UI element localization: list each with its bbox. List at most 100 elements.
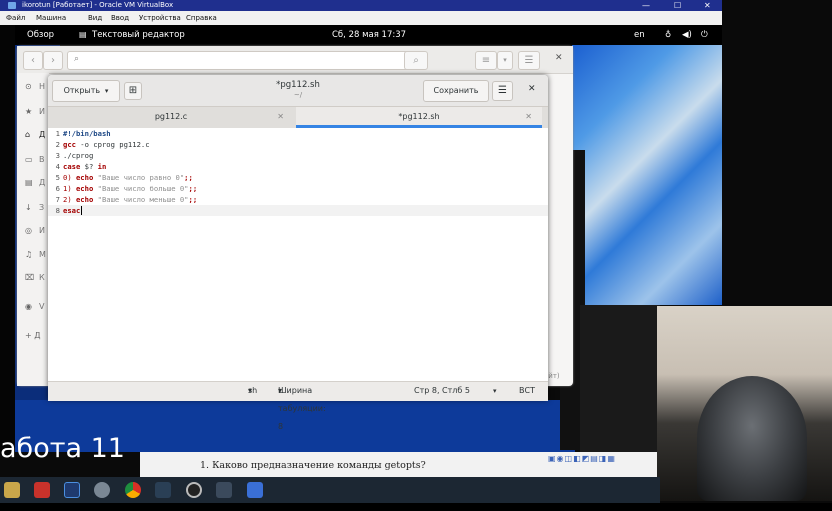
search-button[interactable]: ⌕: [404, 51, 428, 70]
file-manager-header: ‹ › ⌕ ▾ ⌕ ≡ ▾ ☰ ✕: [17, 46, 573, 74]
code-line: 1 #!/bin/bash: [55, 129, 111, 138]
maximize-button[interactable]: ☐: [674, 0, 681, 11]
virtualbox-menubar: Файл Машина Вид Ввод Устройства Справка: [0, 11, 722, 25]
forward-button[interactable]: ›: [43, 51, 63, 70]
menu-button[interactable]: ☰: [518, 51, 540, 70]
document-preview: 1. Каково предназначение команды getopts…: [140, 452, 657, 477]
host-background: [0, 25, 15, 455]
cursor-position[interactable]: Стр 8, Стлб 5: [414, 382, 470, 400]
close-tab-icon[interactable]: ✕: [277, 107, 284, 127]
editor-statusbar: sh ▾ Ширина табуляции: 8 ▾ Стр 8, Стлб 5…: [48, 381, 548, 431]
sidebar-item-label: Н: [39, 82, 46, 91]
app-menu-button[interactable]: Текстовый редактор: [92, 25, 185, 45]
sidebar-item-label: М: [39, 250, 46, 259]
insert-mode[interactable]: ВСТ: [519, 382, 535, 400]
network-icon[interactable]: ♁: [665, 25, 671, 45]
sidebar-item-label: В: [39, 155, 45, 164]
obs-icon[interactable]: [186, 482, 202, 498]
pdf-icon[interactable]: [34, 482, 50, 498]
menu-machine[interactable]: Машина: [36, 11, 66, 25]
sidebar-item-label: З: [39, 203, 45, 212]
volume-icon[interactable]: ◀): [682, 25, 692, 45]
close-tab-icon[interactable]: ✕: [525, 107, 532, 127]
screen-bottom-edge: [0, 503, 832, 511]
close-icon[interactable]: ✕: [555, 53, 563, 63]
tab-pg112-sh[interactable]: *pg112.sh ✕: [296, 107, 542, 128]
power-icon[interactable]: ⏻: [701, 25, 708, 45]
code-line-current: 8 esac: [48, 205, 548, 216]
text-cursor: [81, 206, 83, 215]
menu-help[interactable]: Справка: [186, 11, 217, 25]
host-taskbar: [0, 477, 660, 503]
documents-icon[interactable]: ▤: [25, 178, 33, 187]
document-text: 1. Каково предназначение команды getopts…: [200, 460, 426, 471]
chevron-down-icon[interactable]: ▾: [493, 382, 497, 400]
text-editor-window[interactable]: Открыть ▾ ⊞ *pg112.sh ~/ Сохранить ☰ ✕ p…: [48, 75, 548, 431]
downloads-icon[interactable]: ↓: [25, 203, 32, 212]
minimize-button[interactable]: —: [642, 0, 650, 11]
menu-file[interactable]: Файл: [6, 11, 25, 25]
music-icon[interactable]: ♫: [25, 250, 32, 259]
tab-width-selector[interactable]: Ширина табуляции: 8 ▾: [278, 382, 326, 431]
photoshop-icon[interactable]: [64, 482, 80, 498]
app-icon[interactable]: [94, 482, 110, 498]
location-bar[interactable]: ⌕ ▾: [67, 51, 414, 70]
sidebar-item-label: V: [39, 302, 45, 311]
tab-bar: pg112.c ✕ *pg112.sh ✕: [48, 107, 548, 129]
steam-icon[interactable]: [155, 482, 171, 498]
webcam-overlay: [657, 306, 832, 501]
pictures-icon[interactable]: ◎: [25, 226, 32, 235]
toolbar-icons: ▣◉◫◧◩▤◨▦: [548, 454, 616, 463]
sidebar-item-label: И: [39, 226, 45, 235]
language-indicator[interactable]: en: [634, 25, 645, 45]
code-line: 4 case $? in: [55, 162, 107, 171]
desktop-wallpaper-right: [572, 45, 722, 305]
background-panel: [580, 305, 660, 455]
package-icon[interactable]: [216, 482, 232, 498]
sidebar-item-label: Д: [39, 178, 46, 187]
home-icon[interactable]: ⌂: [25, 130, 30, 139]
chrome-icon[interactable]: [125, 482, 141, 498]
tab-label: pg112.c: [154, 112, 188, 121]
code-line: 2 gcc -o cprog pg112.c: [55, 140, 150, 149]
text-editor-icon: ▤: [79, 30, 87, 39]
virtualbox-titlebar: ikorotun [Работает] - Oracle VM VirtualB…: [0, 0, 722, 11]
sidebar-item-label: Д: [39, 130, 46, 139]
menu-input[interactable]: Ввод: [111, 11, 129, 25]
star-icon[interactable]: ★: [25, 107, 32, 116]
recent-icon[interactable]: ⊙: [25, 82, 32, 91]
activities-button[interactable]: Обзор: [27, 25, 54, 45]
close-button[interactable]: ✕: [704, 0, 711, 11]
overlay-title-text: абота 11: [0, 433, 125, 464]
editor-headerbar: Открыть ▾ ⊞ *pg112.sh ~/ Сохранить ☰ ✕: [48, 75, 548, 107]
person-head: [697, 376, 807, 501]
virtualbox-logo-icon: [8, 2, 16, 9]
view-options-button[interactable]: ▾: [497, 51, 513, 70]
window-title: ikorotun [Работает] - Oracle VM VirtualB…: [22, 1, 174, 9]
files-icon[interactable]: [4, 482, 20, 498]
tab-pg112-c[interactable]: pg112.c ✕: [48, 107, 294, 128]
sidebar-item-label: И: [39, 107, 45, 116]
menu-view[interactable]: Вид: [88, 11, 102, 25]
save-button[interactable]: Сохранить: [423, 80, 489, 102]
code-line: 7 2) echo "Ваше число меньше 0";;: [55, 195, 198, 204]
language-selector[interactable]: sh ▾: [248, 382, 257, 400]
menu-button[interactable]: ☰: [492, 81, 513, 101]
menu-devices[interactable]: Устройства: [139, 11, 181, 25]
back-button[interactable]: ‹: [23, 51, 43, 70]
list-view-button[interactable]: ≡: [475, 51, 497, 70]
code-editor[interactable]: 1 #!/bin/bash 2 gcc -o cprog pg112.c 3 ./cp…: [48, 128, 548, 381]
sidebar-item-label: К: [39, 273, 45, 282]
add-location-item[interactable]: + Д: [25, 331, 41, 340]
code-line: 3 ./cprog: [55, 151, 94, 160]
desktop-icon[interactable]: ▭: [25, 155, 33, 164]
trash-icon[interactable]: ⌧: [25, 273, 34, 282]
code-line: 6 1) echo "Ваше число больше 0";;: [55, 184, 198, 193]
file-manager-sidebar: ⊙ Н ★ И ⌂ Д ▭ В ▤ Д ↓ З ◎ И ♫ М ⌧ К ◉ V + Д: [17, 73, 49, 386]
virtualbox-icon[interactable]: [247, 482, 263, 498]
close-icon[interactable]: ✕: [528, 84, 536, 94]
tab-label: *pg112.sh: [398, 112, 440, 121]
disc-icon[interactable]: ◉: [25, 302, 32, 311]
code-line: 5 0) echo "Ваше число равно 0";;: [55, 173, 193, 182]
clock[interactable]: Сб, 28 мая 17:37: [332, 25, 406, 45]
